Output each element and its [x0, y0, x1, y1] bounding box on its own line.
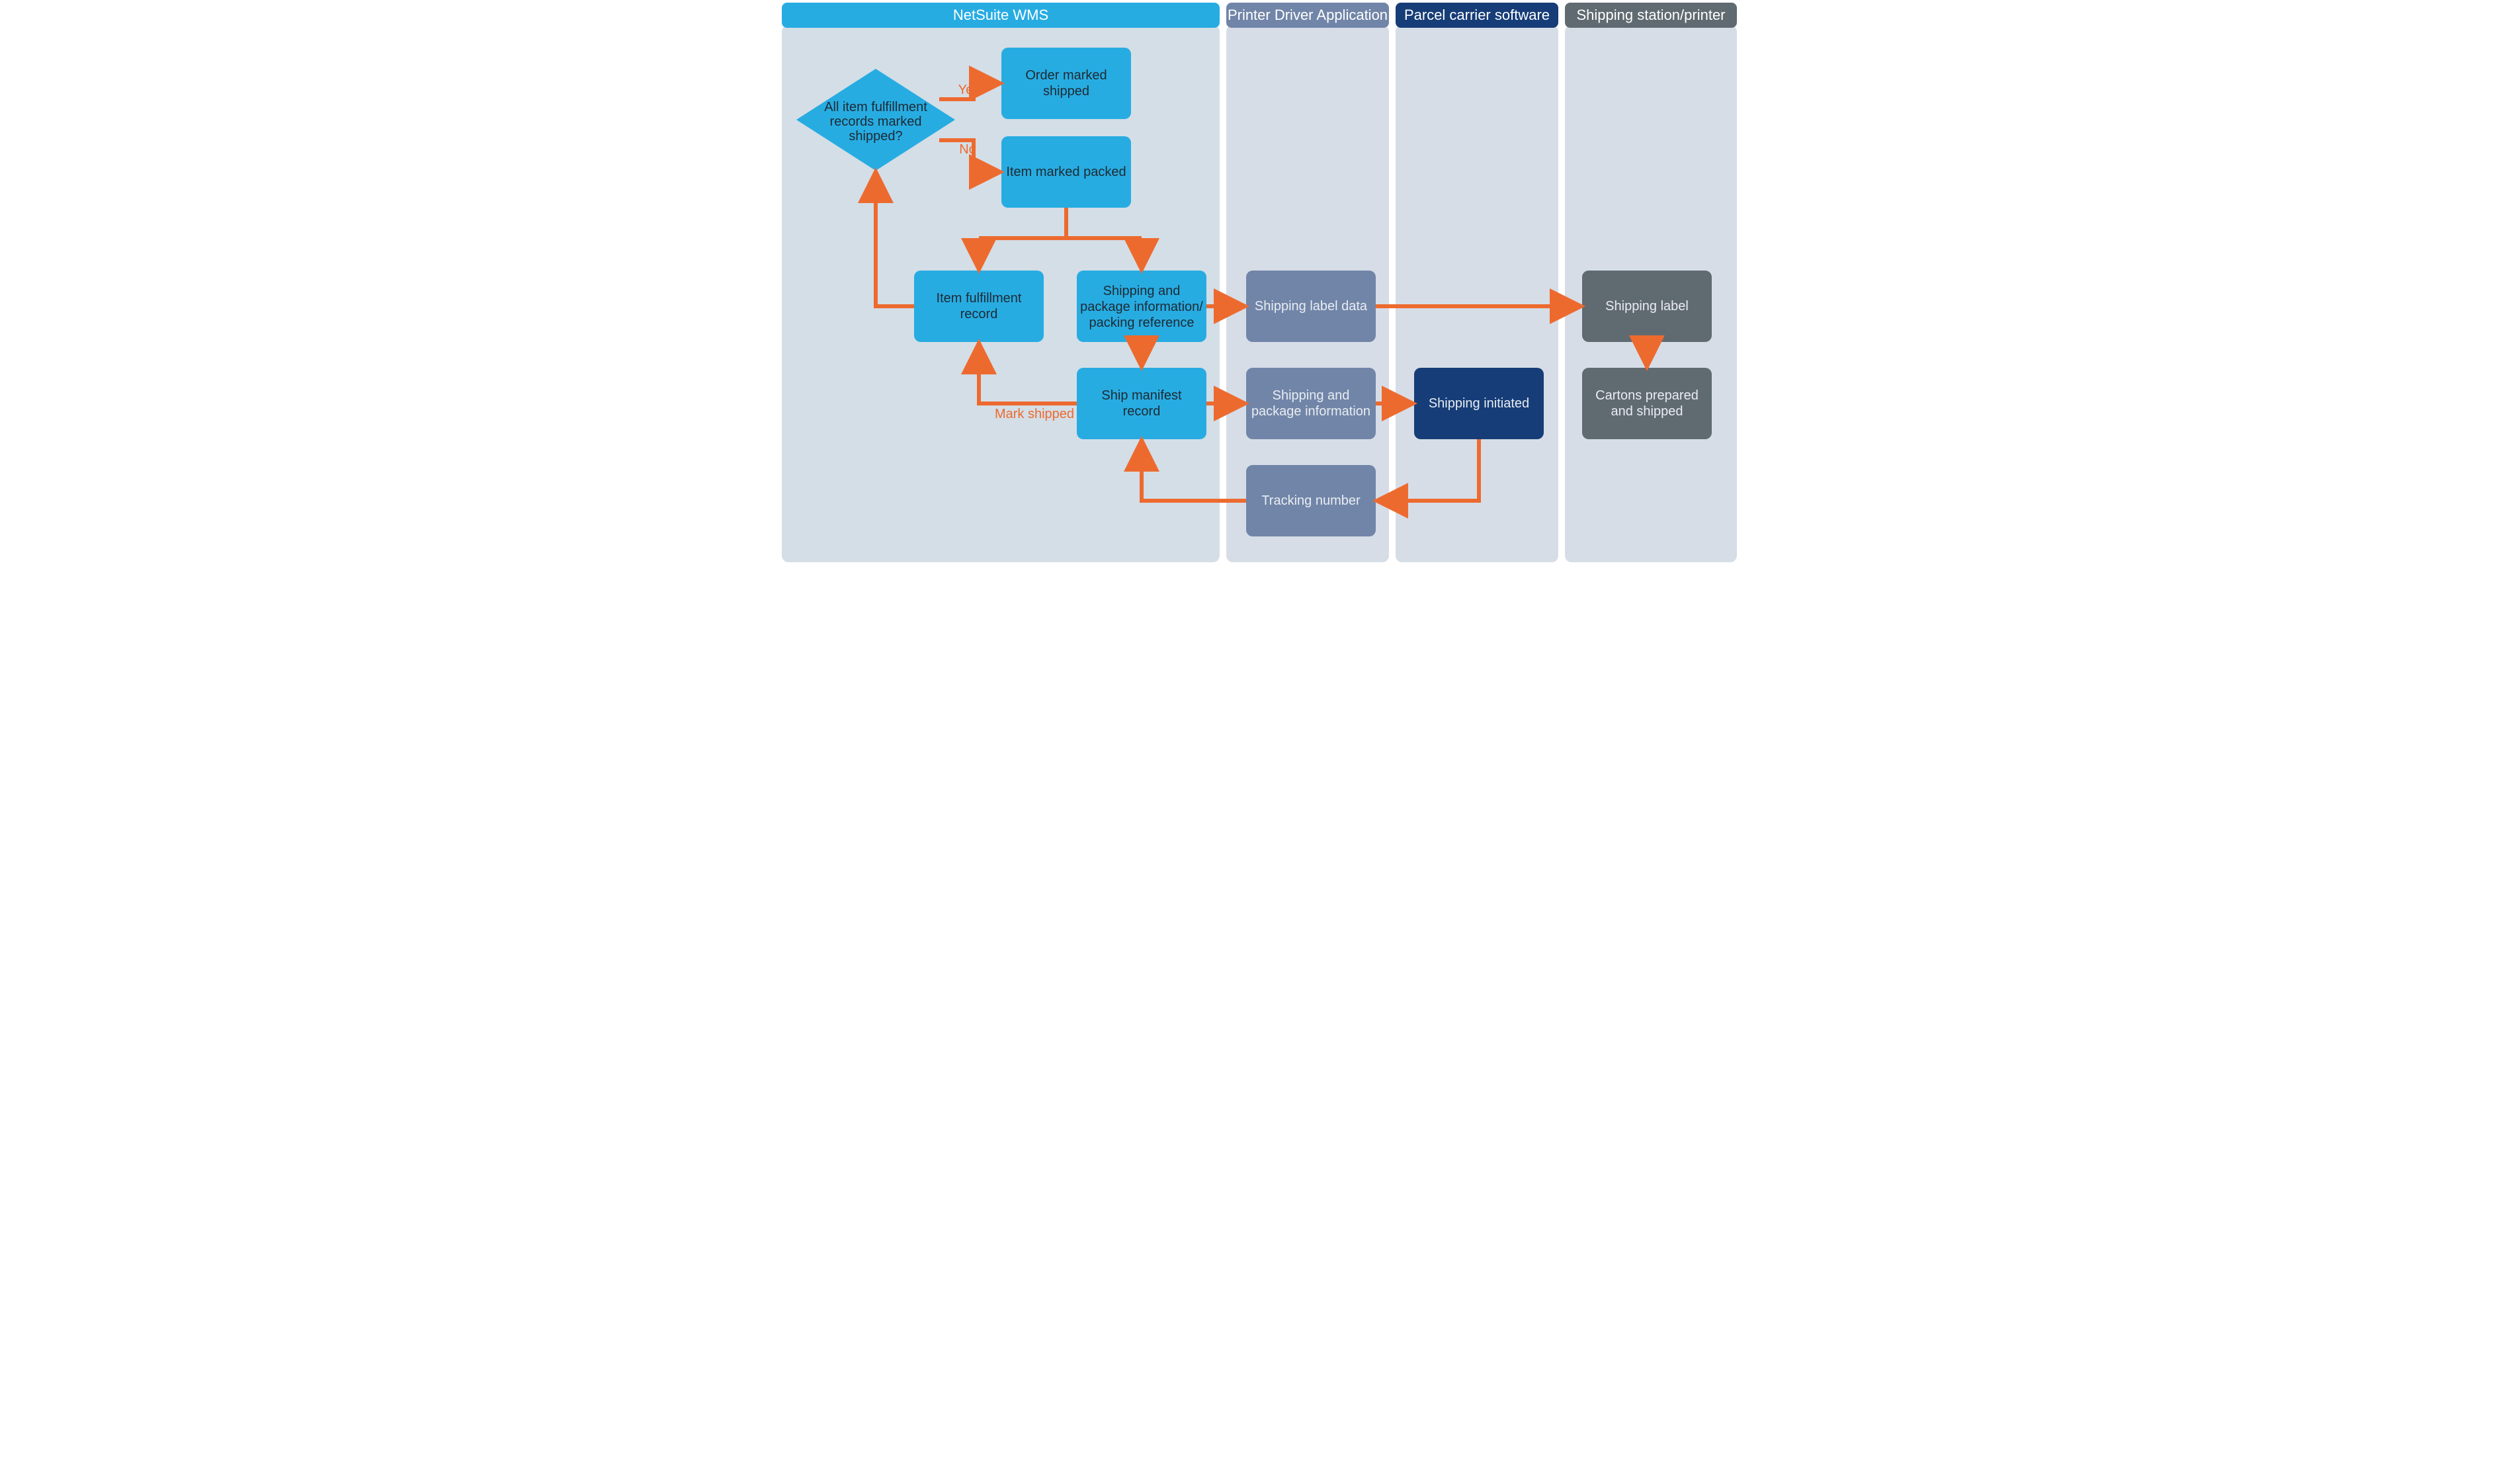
node-item-fulfillment: Item fulfillment record [914, 271, 1044, 342]
svg-text:All item fulfillment: All item fulfillment [824, 100, 927, 114]
label-yes: Yes [958, 83, 980, 97]
node-ship-pkg-info: Shipping and package information [1246, 368, 1376, 439]
node-cartons: Cartons prepared and shipped [1582, 368, 1712, 439]
svg-text:records marked: records marked [829, 114, 921, 129]
svg-text:Shipping label: Shipping label [1605, 299, 1689, 314]
svg-text:Ship manifest: Ship manifest [1101, 388, 1182, 403]
svg-text:Shipping and: Shipping and [1272, 388, 1349, 403]
node-ship-pkg-ref: Shipping and package information/ packin… [1077, 271, 1206, 342]
svg-text:package information/: package information/ [1080, 300, 1203, 314]
node-ship-manifest: Ship manifest record [1077, 368, 1206, 439]
lane-station-header: Shipping station/printer [1576, 7, 1725, 23]
node-ship-initiated: Shipping initiated [1414, 368, 1544, 439]
svg-text:shipped: shipped [1042, 84, 1089, 99]
svg-text:packing reference: packing reference [1089, 316, 1194, 330]
svg-text:package information: package information [1251, 404, 1370, 419]
svg-text:record: record [960, 307, 997, 321]
lane-wms-header: NetSuite WMS [952, 7, 1048, 23]
node-tracking: Tracking number [1246, 465, 1376, 536]
lane-printer-header: Printer Driver Application [1227, 7, 1387, 23]
node-order-shipped: Order marked shipped [1001, 48, 1131, 119]
svg-text:Tracking number: Tracking number [1261, 493, 1361, 508]
svg-text:and shipped: and shipped [1611, 404, 1683, 419]
svg-text:Item fulfillment: Item fulfillment [936, 291, 1021, 306]
label-no: No [959, 142, 976, 157]
lane-carrier-header: Parcel carrier software [1404, 7, 1549, 23]
svg-text:Cartons prepared: Cartons prepared [1595, 388, 1699, 403]
node-item-packed: Item marked packed [1001, 136, 1131, 208]
label-mark-shipped: Mark shipped [994, 407, 1073, 421]
flow-diagram: NetSuite WMS Printer Driver Application … [779, 0, 1742, 566]
svg-text:Shipping initiated: Shipping initiated [1428, 396, 1529, 411]
svg-text:Shipping and: Shipping and [1103, 284, 1180, 298]
svg-text:Order marked: Order marked [1025, 68, 1107, 83]
svg-text:Shipping label data: Shipping label data [1254, 299, 1367, 314]
svg-text:Item marked packed: Item marked packed [1006, 165, 1126, 179]
svg-text:shipped?: shipped? [849, 129, 902, 144]
node-ship-label: Shipping label [1582, 271, 1712, 342]
node-label-data: Shipping label data [1246, 271, 1376, 342]
svg-text:record: record [1122, 404, 1160, 419]
